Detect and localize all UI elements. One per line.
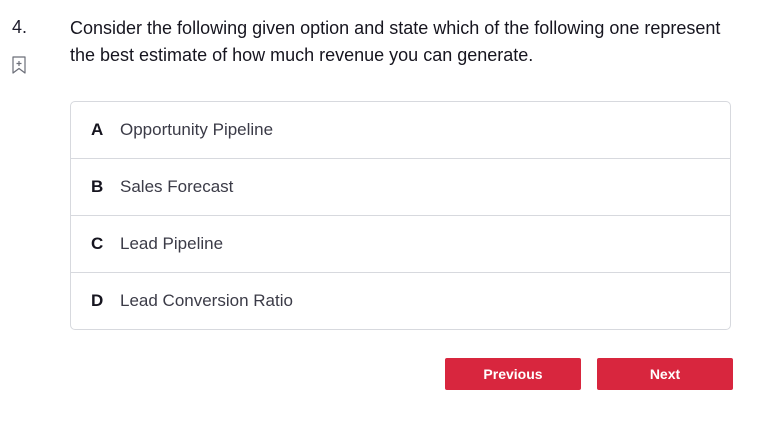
option-label: Sales Forecast <box>120 177 234 196</box>
quiz-page: 4. Consider the following given option a… <box>0 0 781 441</box>
option-label: Lead Pipeline <box>120 234 224 253</box>
option-label: Lead Conversion Ratio <box>120 291 293 310</box>
previous-button[interactable]: Previous <box>445 358 581 390</box>
option-letter: B <box>91 177 104 196</box>
option-label: Opportunity Pipeline <box>120 120 274 139</box>
option-a[interactable]: A Opportunity Pipeline <box>71 102 730 158</box>
option-letter: C <box>91 234 104 253</box>
option-letter: D <box>91 291 104 310</box>
option-letter: A <box>91 120 104 139</box>
option-b[interactable]: B Sales Forecast <box>71 158 730 215</box>
question-text: Consider the following given option and … <box>70 18 721 65</box>
answer-options: A Opportunity Pipeline B Sales Forecast … <box>70 101 731 330</box>
next-button[interactable]: Next <box>597 358 733 390</box>
bookmark-add-icon[interactable] <box>12 56 26 74</box>
question-number: 4. <box>12 17 28 37</box>
option-c[interactable]: C Lead Pipeline <box>71 215 730 272</box>
option-d[interactable]: D Lead Conversion Ratio <box>71 272 730 329</box>
